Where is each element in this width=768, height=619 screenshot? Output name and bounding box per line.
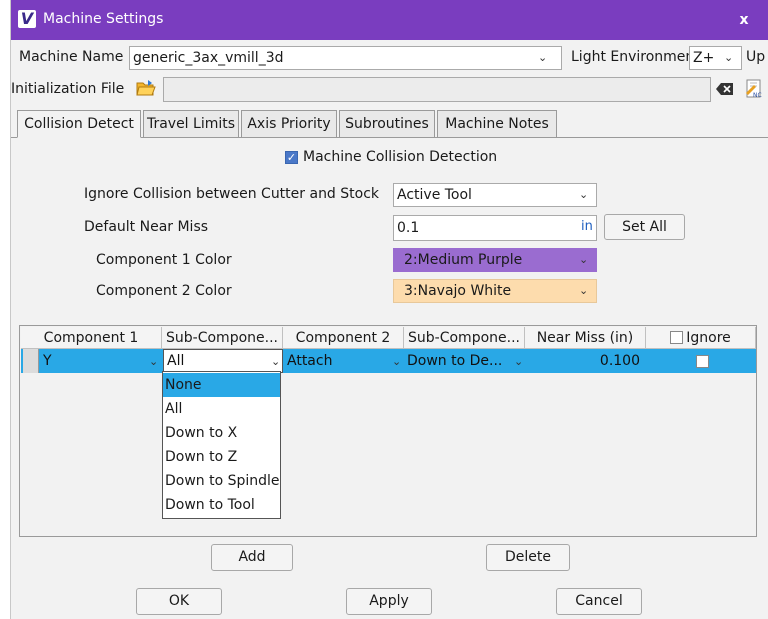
- chevron-down-icon: ⌄: [724, 51, 734, 64]
- column-header-near-miss[interactable]: Near Miss (in): [525, 327, 646, 349]
- sub-component1-cell[interactable]: All: [163, 349, 283, 373]
- chevron-down-icon: ⌄: [579, 253, 589, 266]
- row-ignore-checkbox[interactable]: [696, 355, 709, 368]
- column-header-component1[interactable]: Component 1: [21, 327, 162, 349]
- column-header-component2[interactable]: Component 2: [283, 327, 404, 349]
- add-button[interactable]: Add: [211, 544, 293, 571]
- near-miss-value: 0.100: [599, 353, 640, 369]
- component1-color-label: Component 1 Color: [96, 252, 232, 268]
- ignore-all-checkbox[interactable]: [670, 331, 684, 344]
- tab-collision-detect[interactable]: Collision Detect: [17, 110, 141, 138]
- init-file-input[interactable]: [163, 77, 711, 102]
- column-header-sub-component1[interactable]: Sub-Compone...: [162, 327, 283, 349]
- machine-name-label: Machine Name: [19, 49, 124, 65]
- dropdown-option-none[interactable]: None: [163, 373, 280, 397]
- machine-collision-label: Machine Collision Detection: [303, 149, 498, 165]
- set-all-button[interactable]: Set All: [604, 214, 685, 240]
- component2-color-label: Component 2 Color: [96, 283, 232, 299]
- sub-component2-value: Down to De...: [407, 353, 503, 369]
- delete-button[interactable]: Delete: [486, 544, 570, 571]
- chevron-down-icon: ⌄: [579, 284, 589, 297]
- sub-component2-cell[interactable]: Down to De...: [407, 349, 513, 373]
- machine-settings-window: V Machine Settings x Machine Name generi…: [10, 0, 768, 619]
- dropdown-option-down-to-spindle[interactable]: Down to Spindle: [163, 469, 280, 493]
- dropdown-option-down-to-z[interactable]: Down to Z: [163, 445, 280, 469]
- title-bar[interactable]: V Machine Settings x: [11, 0, 768, 40]
- component2-value: Attach: [287, 353, 333, 369]
- chevron-down-icon: ⌄: [514, 355, 524, 368]
- cancel-button[interactable]: Cancel: [556, 588, 642, 615]
- machine-collision-checkbox[interactable]: ✓: [285, 151, 298, 164]
- window-title: Machine Settings: [43, 11, 164, 27]
- component1-color-value: 2:Medium Purple: [404, 252, 523, 268]
- light-environment-select[interactable]: Z+: [689, 46, 742, 70]
- tab-travel-limits[interactable]: Travel Limits: [143, 110, 239, 138]
- apply-button[interactable]: Apply: [346, 588, 432, 615]
- table-row[interactable]: Y ⌄ All ⌄ Attach ⌄ Down to De... ⌄ 0.100: [21, 349, 756, 373]
- sub-component1-value: All: [167, 353, 185, 369]
- machine-name-select[interactable]: generic_3ax_vmill_3d: [129, 46, 562, 70]
- dropdown-option-all[interactable]: All: [163, 397, 280, 421]
- chevron-down-icon: ⌄: [271, 355, 281, 368]
- collision-table: Component 1 Sub-Compone... Component 2 S…: [19, 325, 757, 537]
- up-label: Up: [746, 49, 766, 65]
- column-header-sub-component2[interactable]: Sub-Compone...: [404, 327, 525, 349]
- chevron-down-icon: ⌄: [149, 355, 159, 368]
- ok-button[interactable]: OK: [136, 588, 222, 615]
- ignore-collision-label: Ignore Collision between Cutter and Stoc…: [84, 186, 380, 202]
- component1-value: Y: [43, 353, 52, 369]
- nc-file-icon[interactable]: NC: [744, 79, 764, 99]
- component2-cell[interactable]: Attach: [287, 349, 403, 373]
- row-header[interactable]: [23, 349, 39, 373]
- dropdown-option-down-to-tool[interactable]: Down to Tool: [163, 493, 280, 517]
- default-near-miss-value: 0.1: [397, 220, 420, 236]
- component1-cell[interactable]: Y: [43, 349, 163, 373]
- sub-component-dropdown-list: None All Down to X Down to Z Down to Spi…: [162, 371, 281, 519]
- ignore-collision-value: Active Tool: [397, 187, 472, 203]
- svg-text:NC: NC: [753, 92, 762, 99]
- chevron-down-icon: ⌄: [538, 51, 548, 64]
- chevron-down-icon: ⌄: [392, 355, 402, 368]
- default-near-miss-input[interactable]: 0.1: [393, 215, 597, 241]
- tab-machine-notes[interactable]: Machine Notes: [437, 110, 557, 138]
- default-near-miss-label: Default Near Miss: [84, 219, 209, 235]
- ignore-header-label: Ignore: [686, 330, 731, 346]
- ignore-collision-select[interactable]: Active Tool: [393, 183, 597, 207]
- clear-backspace-icon[interactable]: [716, 82, 734, 96]
- column-header-ignore[interactable]: Ignore: [646, 327, 756, 349]
- close-icon[interactable]: x: [733, 9, 755, 31]
- open-folder-icon[interactable]: [136, 79, 156, 97]
- app-logo-icon: V: [18, 10, 36, 28]
- light-environment-value: Z+: [693, 50, 715, 66]
- near-miss-cell[interactable]: 0.100: [527, 349, 640, 373]
- init-file-label: Initialization File: [11, 81, 125, 97]
- chevron-down-icon: ⌄: [579, 188, 589, 201]
- component1-color-select[interactable]: 2:Medium Purple: [393, 248, 597, 272]
- component2-color-value: 3:Navajo White: [404, 283, 512, 299]
- tab-subroutines[interactable]: Subroutines: [339, 110, 435, 138]
- light-environment-label: Light Environment: [571, 49, 700, 65]
- near-miss-unit: in: [581, 219, 593, 234]
- machine-name-value: generic_3ax_vmill_3d: [133, 50, 284, 66]
- dropdown-option-down-to-x[interactable]: Down to X: [163, 421, 280, 445]
- tab-axis-priority[interactable]: Axis Priority: [241, 110, 337, 138]
- component2-color-select[interactable]: 3:Navajo White: [393, 279, 597, 303]
